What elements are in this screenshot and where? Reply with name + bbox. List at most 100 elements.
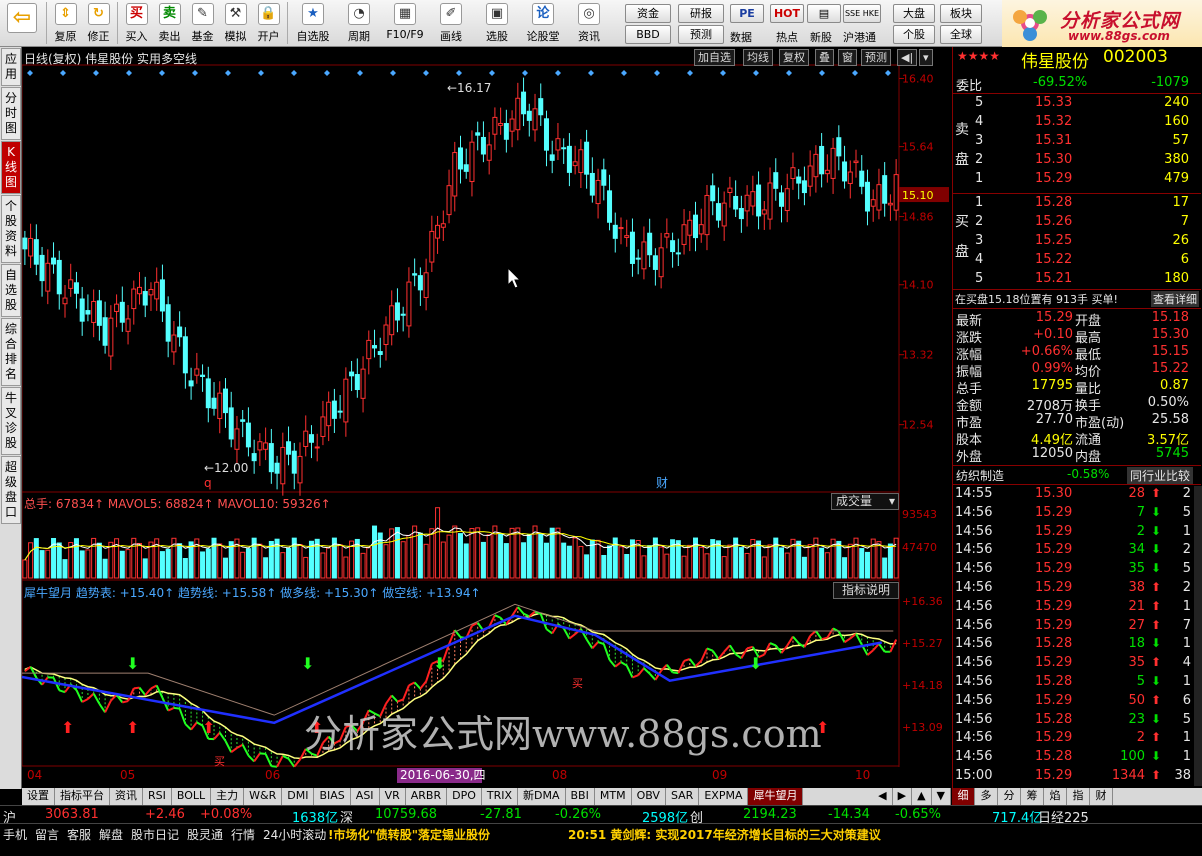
hammer-button[interactable]: ⚒ 模拟 bbox=[219, 0, 252, 46]
menu-item-2[interactable]: 客服 bbox=[67, 826, 91, 843]
chart-btn-0[interactable]: 加自选 bbox=[694, 49, 735, 66]
indicator-tab-3[interactable]: RSI bbox=[143, 788, 172, 805]
tab-scroll-icon[interactable]: ◀ bbox=[873, 788, 893, 805]
refresh-button[interactable]: ↻ 修正 bbox=[82, 0, 115, 46]
sse-hke-icon[interactable]: SSE HKE bbox=[843, 4, 881, 23]
event-diamond-icon[interactable] bbox=[588, 70, 594, 76]
indicator-tab-16[interactable]: MTM bbox=[595, 788, 632, 805]
screen-button[interactable]: ▣ 选股 bbox=[474, 0, 520, 46]
indicator-tab-11[interactable]: ARBR bbox=[406, 788, 448, 805]
pen-button[interactable]: ✐ 画线 bbox=[428, 0, 474, 46]
left-tab-3[interactable]: 个股资料 bbox=[1, 195, 21, 263]
indicator-tab-19[interactable]: EXPMA bbox=[699, 788, 749, 805]
menu-item-7[interactable]: 24小时滚动 bbox=[263, 826, 326, 843]
event-diamond-icon[interactable] bbox=[159, 70, 165, 76]
news-ticker-2[interactable]: 20:51 黄剑辉: 实现2017年经济增长目标的三大对策建议 bbox=[568, 826, 881, 843]
news-button[interactable]: ◎ 资讯 bbox=[566, 0, 612, 46]
research-button[interactable]: 研报 bbox=[678, 4, 724, 23]
industry-compare-button[interactable]: 同行业比较 bbox=[1126, 467, 1193, 484]
news-ticker-1[interactable]: !市场化"债转股"落定锡业股份 bbox=[328, 826, 490, 843]
indicator-tab-18[interactable]: SAR bbox=[666, 788, 700, 805]
indicator-tab-2[interactable]: 资讯 bbox=[110, 788, 143, 805]
menu-item-5[interactable]: 股灵通 bbox=[187, 826, 223, 843]
indicator-tab-0[interactable]: 设置 bbox=[22, 788, 55, 805]
event-diamond-icon[interactable] bbox=[192, 70, 198, 76]
up-down-arrows-button[interactable]: ⇕ 复原 bbox=[49, 0, 82, 46]
chart-btn-2[interactable]: 复权 bbox=[779, 49, 809, 66]
event-diamond-icon[interactable] bbox=[27, 70, 33, 76]
indicator-tab-6[interactable]: W&R bbox=[244, 788, 283, 805]
indicator-tab-7[interactable]: DMI bbox=[282, 788, 315, 805]
left-tab-4[interactable]: 自选股 bbox=[1, 264, 21, 317]
menu-item-4[interactable]: 股市日记 bbox=[131, 826, 179, 843]
event-diamond-icon[interactable] bbox=[654, 70, 660, 76]
q-marker[interactable]: q bbox=[204, 476, 212, 490]
chart-menu-icon[interactable]: ▾ bbox=[919, 49, 933, 66]
left-tab-0[interactable]: 应用 bbox=[1, 48, 21, 86]
left-tab-2[interactable]: K线图 bbox=[1, 141, 21, 194]
back-arrow-button[interactable]: ⇦ bbox=[0, 0, 44, 46]
event-diamond-icon[interactable] bbox=[489, 70, 495, 76]
event-diamond-icon[interactable] bbox=[720, 70, 726, 76]
quote-tab-1[interactable]: 多 bbox=[975, 788, 998, 805]
menu-item-6[interactable]: 行情 bbox=[231, 826, 255, 843]
left-tab-1[interactable]: 分时图 bbox=[1, 87, 21, 140]
event-diamond-icon[interactable] bbox=[126, 70, 132, 76]
sector-dropdown[interactable]: 板块 bbox=[940, 4, 982, 23]
chart-btn-3[interactable]: 叠 bbox=[815, 49, 834, 66]
indicator-tab-15[interactable]: BBI bbox=[566, 788, 595, 805]
indicator-tab-8[interactable]: BIAS bbox=[314, 788, 351, 805]
event-diamond-icon[interactable] bbox=[786, 70, 792, 76]
event-diamond-icon[interactable] bbox=[885, 70, 891, 76]
event-diamond-icon[interactable] bbox=[225, 70, 231, 76]
tick-scrollbar[interactable] bbox=[1194, 486, 1202, 786]
event-diamond-icon[interactable] bbox=[357, 70, 363, 76]
bbd-button[interactable]: BBD bbox=[625, 25, 671, 44]
indicator-tab-12[interactable]: DPO bbox=[447, 788, 482, 805]
bid-price[interactable]: 15.26 bbox=[1035, 214, 1072, 229]
pe-icon[interactable]: PE bbox=[730, 4, 764, 23]
chart-btn-5[interactable]: 预测 bbox=[861, 49, 891, 66]
event-diamond-icon[interactable] bbox=[522, 70, 528, 76]
indicator-tab-9[interactable]: ASI bbox=[351, 788, 380, 805]
ask-price[interactable]: 15.31 bbox=[1035, 133, 1072, 148]
event-diamond-icon[interactable] bbox=[390, 70, 396, 76]
event-diamond-icon[interactable] bbox=[423, 70, 429, 76]
left-tab-5[interactable]: 综合排名 bbox=[1, 318, 21, 386]
ask-price[interactable]: 15.29 bbox=[1035, 171, 1072, 186]
market-dropdown[interactable]: 大盘 bbox=[893, 4, 935, 23]
quote-tab-4[interactable]: 焰 bbox=[1044, 788, 1067, 805]
event-diamond-icon[interactable] bbox=[291, 70, 297, 76]
quote-tab-3[interactable]: 筹 bbox=[1021, 788, 1044, 805]
left-tab-6[interactable]: 牛叉诊股 bbox=[1, 387, 21, 455]
indicator-tab-4[interactable]: BOLL bbox=[172, 788, 212, 805]
indicator-help-button[interactable]: 指标说明 bbox=[833, 582, 899, 599]
left-tab-7[interactable]: 超级盘口 bbox=[1, 456, 21, 524]
quote-tab-5[interactable]: 指 bbox=[1067, 788, 1090, 805]
event-diamond-icon[interactable] bbox=[753, 70, 759, 76]
quote-tab-6[interactable]: 财 bbox=[1090, 788, 1113, 805]
indicator-tab-13[interactable]: TRIX bbox=[482, 788, 519, 805]
event-diamond-icon[interactable] bbox=[324, 70, 330, 76]
menu-item-1[interactable]: 留言 bbox=[35, 826, 59, 843]
quote-tab-0[interactable]: 细 bbox=[952, 788, 975, 805]
f10-button[interactable]: ▦ F10/F9 bbox=[382, 0, 428, 46]
lock-button[interactable]: 🔒 开户 bbox=[252, 0, 285, 46]
hot-icon[interactable]: HOT bbox=[770, 4, 804, 23]
clock-button[interactable]: ◔ 周期 bbox=[336, 0, 382, 46]
indicator-tab-1[interactable]: 指标平台 bbox=[55, 788, 110, 805]
ask-price[interactable]: 15.33 bbox=[1035, 95, 1072, 110]
ask-price[interactable]: 15.32 bbox=[1035, 114, 1072, 129]
forecast-button[interactable]: 预测 bbox=[678, 25, 724, 44]
event-diamond-icon[interactable] bbox=[621, 70, 627, 76]
chart-btn-1[interactable]: 均线 bbox=[743, 49, 773, 66]
bid-price[interactable]: 15.21 bbox=[1035, 271, 1072, 286]
capital-button[interactable]: 资金 bbox=[625, 4, 671, 23]
indicator-tab-17[interactable]: OBV bbox=[632, 788, 666, 805]
indicator-tab-20[interactable]: 犀牛望月 bbox=[748, 788, 804, 805]
view-detail-link[interactable]: 查看详细 bbox=[1151, 291, 1199, 307]
indicator-tab-14[interactable]: 新DMA bbox=[518, 788, 566, 805]
event-diamond-icon[interactable] bbox=[60, 70, 66, 76]
new-stock-icon[interactable]: ▤ bbox=[807, 4, 841, 23]
event-diamond-icon[interactable] bbox=[93, 70, 99, 76]
